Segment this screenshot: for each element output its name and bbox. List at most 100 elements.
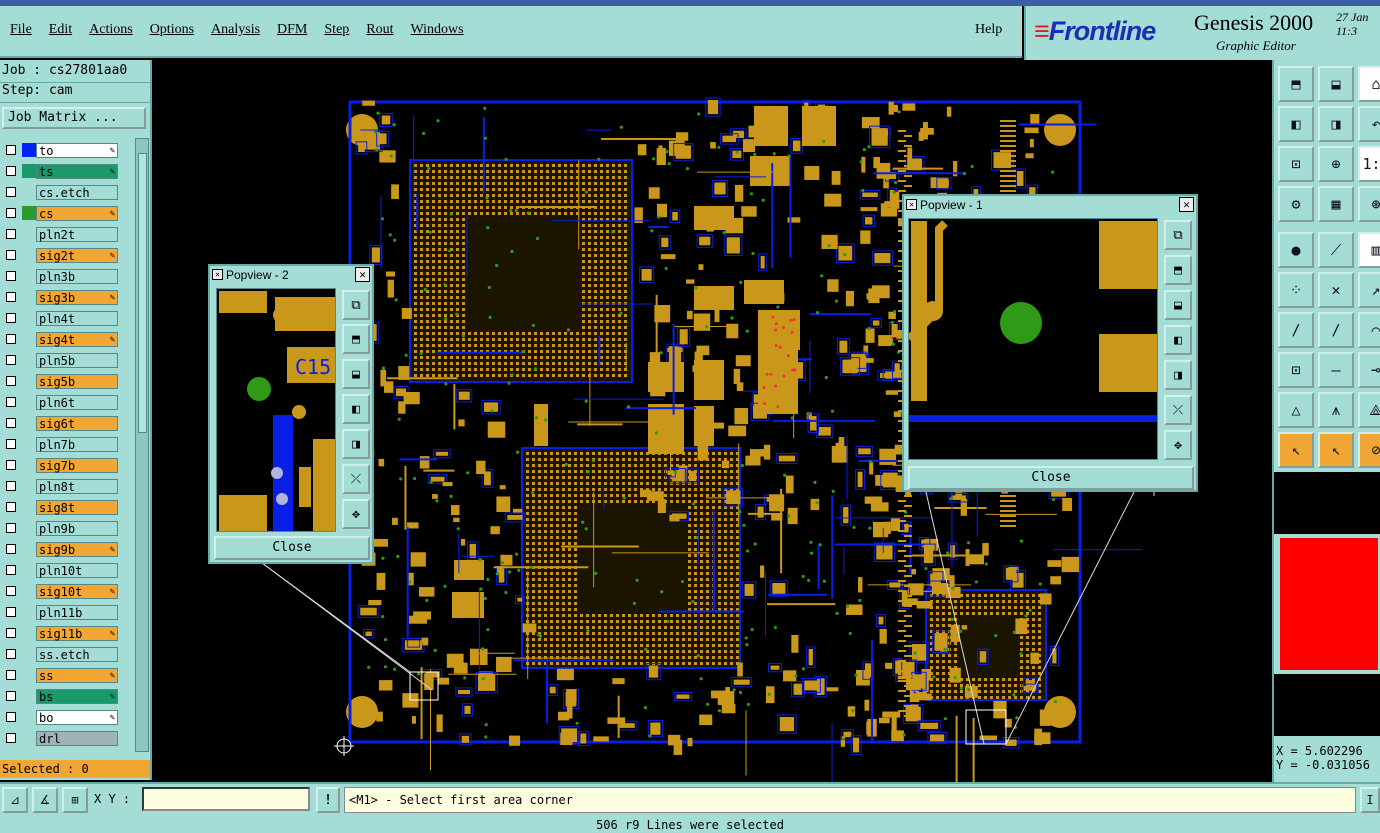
layer-name[interactable]: pln7b <box>36 437 118 452</box>
select-circle-icon[interactable]: ⊘ <box>1358 432 1380 468</box>
pv1-close-button[interactable]: Close <box>908 466 1194 490</box>
menu-help[interactable]: Help <box>975 22 1002 38</box>
pv1-pan-down-button[interactable]: ⬓ <box>1164 290 1192 320</box>
layer-checkbox[interactable] <box>6 334 16 344</box>
settings-icon[interactable]: ⚙ <box>1278 186 1314 222</box>
layer-name[interactable]: drl <box>36 731 118 746</box>
layer-checkbox[interactable] <box>6 145 16 155</box>
pv1-pan-right-button[interactable]: ◨ <box>1164 360 1192 390</box>
pad-select-icon[interactable]: ⊡ <box>1278 352 1314 388</box>
layer-checkbox[interactable] <box>6 523 16 533</box>
popview-2-view[interactable]: C15 <box>216 288 336 532</box>
layer-checkbox[interactable] <box>6 292 16 302</box>
layer-checkbox[interactable] <box>6 229 16 239</box>
pv2-zoom-in-button[interactable]: ⤫ <box>342 464 370 494</box>
scrollbar-thumb[interactable] <box>138 153 147 433</box>
pan-down-icon[interactable]: ⬓ <box>1318 66 1354 102</box>
triangle-icon[interactable]: △ <box>1278 392 1314 428</box>
layer-checkbox[interactable] <box>6 691 16 701</box>
popview-2-close-icon[interactable]: ✕ <box>355 267 370 282</box>
layer-name[interactable]: pln4t <box>36 311 118 326</box>
layer-row[interactable]: ts ✎ <box>0 161 134 182</box>
pan-left-icon[interactable]: ◧ <box>1278 106 1314 142</box>
menu-rout[interactable]: Rout <box>366 22 393 38</box>
layer-name[interactable]: pln9b <box>36 521 118 536</box>
layer-name[interactable]: pln11b <box>36 605 118 620</box>
measure-icon[interactable]: ∡ <box>32 787 58 813</box>
layer-row[interactable]: pln9b <box>0 518 134 539</box>
menu-options[interactable]: Options <box>150 22 194 38</box>
pv2-pan-up-button[interactable]: ⬒ <box>342 324 370 354</box>
layer-row[interactable]: sig11b ✎ <box>0 623 134 644</box>
window-menu-icon[interactable]: × <box>906 199 917 210</box>
layer-checkbox[interactable] <box>6 208 16 218</box>
layer-row[interactable]: sig4t ✎ <box>0 329 134 350</box>
layer-row[interactable]: cs.etch <box>0 182 134 203</box>
layer-checkbox[interactable] <box>6 376 16 386</box>
layer-name[interactable]: sig3b ✎ <box>36 290 118 305</box>
layer-name[interactable]: sig7b <box>36 458 118 473</box>
layer-checkbox[interactable] <box>6 271 16 281</box>
layer-row[interactable]: bs ✎ <box>0 686 134 707</box>
info-button[interactable]: I <box>1360 787 1380 813</box>
layer-row[interactable]: pln2t <box>0 224 134 245</box>
layer-checkbox[interactable] <box>6 250 16 260</box>
layer-name[interactable]: bo ✎ <box>36 710 118 725</box>
layer-name[interactable]: pln10t <box>36 563 118 578</box>
layer-checkbox[interactable] <box>6 439 16 449</box>
pv2-zoom-window-button[interactable]: ⧉ <box>342 290 370 320</box>
menu-step[interactable]: Step <box>324 22 349 38</box>
layer-name[interactable]: pln3b <box>36 269 118 284</box>
menu-analysis[interactable]: Analysis <box>211 22 260 38</box>
ruler-icon[interactable]: ▥ <box>1358 232 1380 268</box>
layer-row[interactable]: sig8t <box>0 497 134 518</box>
line-add-icon[interactable]: ∕ <box>1278 312 1314 348</box>
layer-row[interactable]: drl <box>0 728 134 749</box>
pv1-zoom-in-button[interactable]: ⤫ <box>1164 395 1192 425</box>
cross-icon[interactable]: ✕ <box>1318 272 1354 308</box>
layer-row[interactable]: cs ✎ <box>0 203 134 224</box>
layer-checkbox[interactable] <box>6 565 16 575</box>
pv2-pan-down-button[interactable]: ⬓ <box>342 359 370 389</box>
layer-row[interactable]: pln4t <box>0 308 134 329</box>
layer-row[interactable]: sig2t ✎ <box>0 245 134 266</box>
popview-1-close-icon[interactable]: ✕ <box>1179 197 1194 212</box>
arc-icon[interactable]: ⌒ <box>1358 312 1380 348</box>
layer-row[interactable]: ss.etch <box>0 644 134 665</box>
connect-icon[interactable]: ⁘ <box>1278 272 1314 308</box>
alert-button[interactable]: ! <box>316 787 340 813</box>
zoom-fit-icon[interactable]: ⊡ <box>1278 146 1314 182</box>
home-icon[interactable]: ⌂ <box>1358 66 1380 102</box>
pad-icon[interactable]: ● <box>1278 232 1314 268</box>
layer-row[interactable]: sig7b <box>0 455 134 476</box>
layer-name[interactable]: sig6t <box>36 416 118 431</box>
layer-name[interactable]: sig4t ✎ <box>36 332 118 347</box>
layer-name[interactable]: sig8t <box>36 500 118 515</box>
layer-row[interactable]: pln7b <box>0 434 134 455</box>
overview-map[interactable] <box>1278 536 1380 672</box>
layer-checkbox[interactable] <box>6 649 16 659</box>
zoom-center-icon[interactable]: ⊕ <box>1318 146 1354 182</box>
layer-row[interactable]: sig9b ✎ <box>0 539 134 560</box>
line-edit-icon[interactable]: ∕ <box>1318 312 1354 348</box>
layer-row[interactable]: pln3b <box>0 266 134 287</box>
layer-checkbox[interactable] <box>6 733 16 743</box>
zoom-1to1-icon[interactable]: 1:1 <box>1358 146 1380 182</box>
layer-name[interactable]: cs.etch <box>36 185 118 200</box>
menu-file[interactable]: File <box>10 22 32 38</box>
pv1-zoom-window-button[interactable]: ⧉ <box>1164 220 1192 250</box>
layer-checkbox[interactable] <box>6 187 16 197</box>
pv1-pan-left-button[interactable]: ◧ <box>1164 325 1192 355</box>
layer-name[interactable]: pln2t <box>36 227 118 242</box>
layer-checkbox[interactable] <box>6 628 16 638</box>
grid-icon[interactable]: ▦ <box>1318 186 1354 222</box>
layer-row[interactable]: ldi <box>0 749 134 752</box>
layer-checkbox[interactable] <box>6 586 16 596</box>
layer-name[interactable]: pln6t <box>36 395 118 410</box>
menu-actions[interactable]: Actions <box>89 22 133 38</box>
menu-windows[interactable]: Windows <box>411 22 464 38</box>
menu-edit[interactable]: Edit <box>49 22 72 38</box>
pan-right-icon[interactable]: ◨ <box>1318 106 1354 142</box>
layer-row[interactable]: pln5b <box>0 350 134 371</box>
layer-name[interactable]: sig5b <box>36 374 118 389</box>
